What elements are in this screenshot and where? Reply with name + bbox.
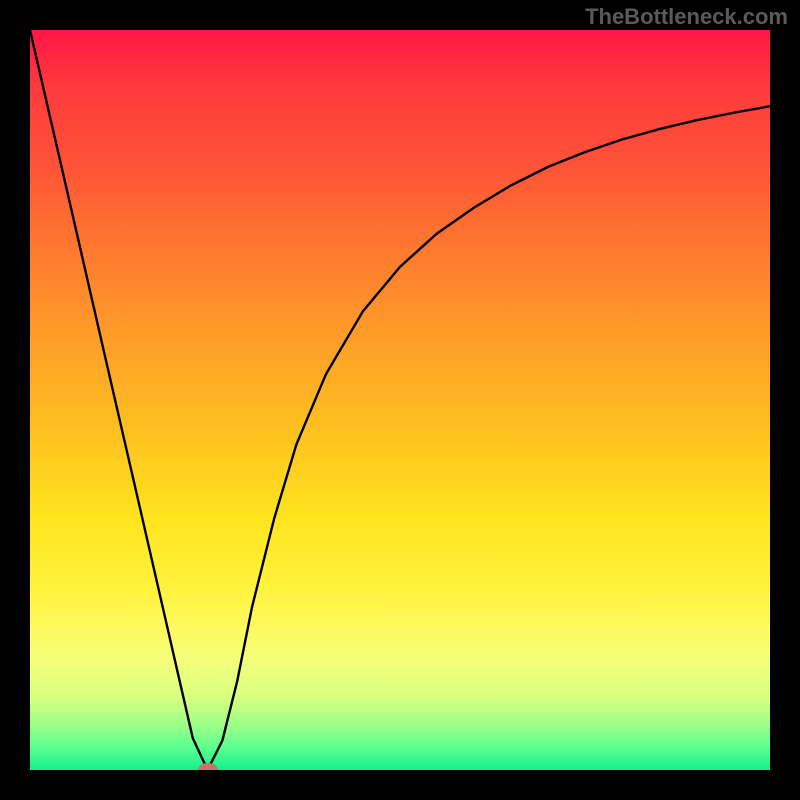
curve-line: [30, 30, 770, 770]
curve-svg: [30, 30, 770, 770]
chart-container: TheBottleneck.com: [0, 0, 800, 800]
minimum-marker: [198, 763, 218, 770]
plot-frame: [0, 0, 800, 800]
watermark-text: TheBottleneck.com: [585, 4, 788, 30]
plot-area: [30, 30, 770, 770]
